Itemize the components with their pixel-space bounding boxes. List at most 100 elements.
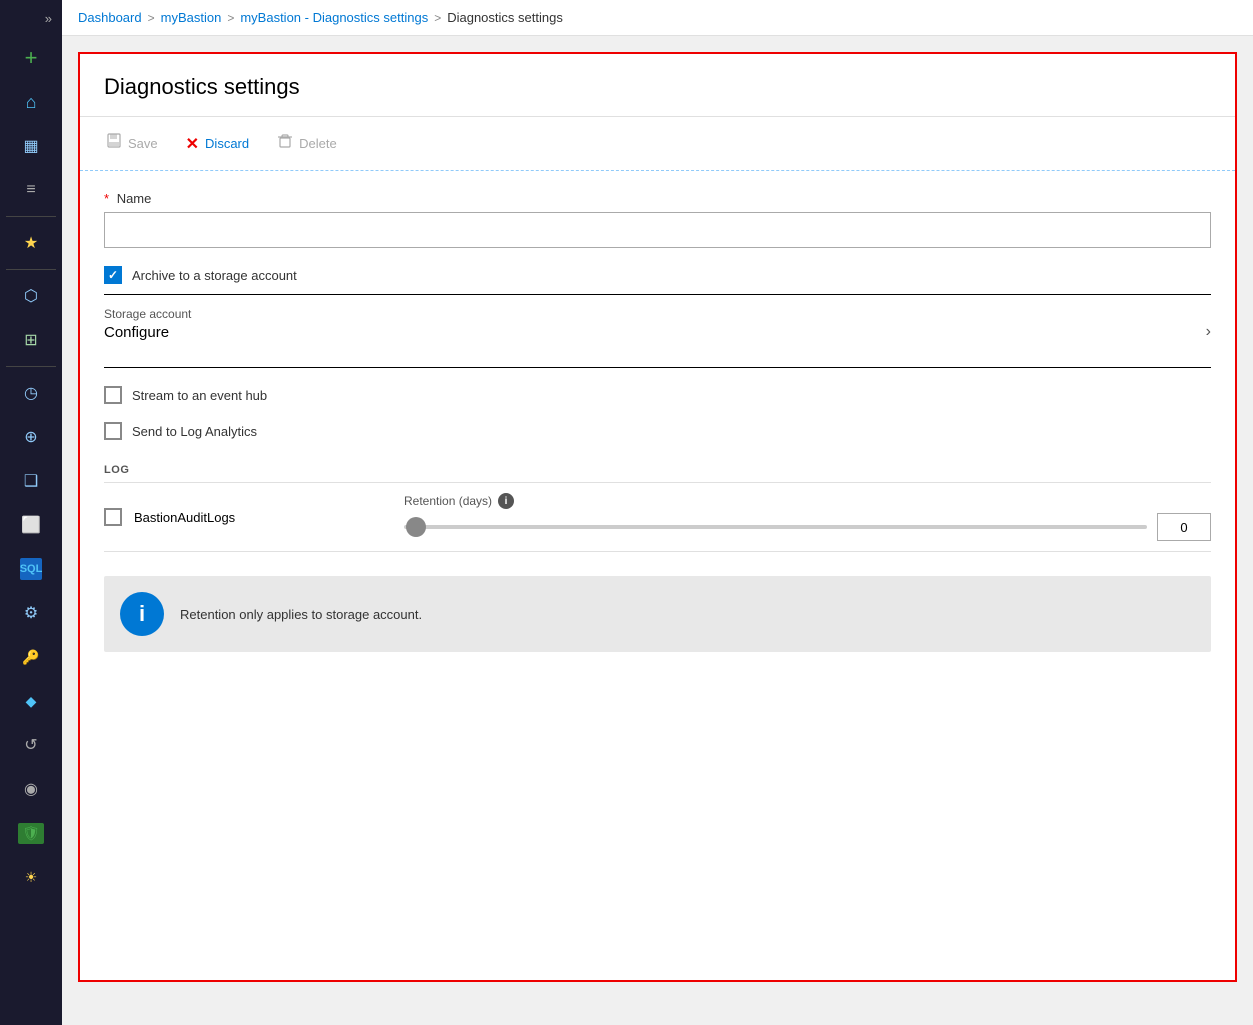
archive-checkbox[interactable] [104,266,122,284]
diamond-icon: ◆ [26,693,37,710]
sidebar-item-all-services[interactable]: ⊞ [0,318,62,362]
sidebar-item-dashboard[interactable]: ▦ [0,124,62,168]
toolbar: Save ✕ Discard Delete [80,117,1235,171]
sidebar-item-sql[interactable]: SQL [0,547,62,591]
cube-icon: ⬡ [24,286,38,306]
sidebar-divider-1 [6,216,56,217]
slider-container [404,513,1211,541]
breadcrumb-sep-3: > [434,11,441,25]
save-icon [106,133,122,154]
log-analytics-label[interactable]: Send to Log Analytics [132,424,257,439]
menu-icon: ≡ [26,181,35,199]
shield-icon: 🛡 [18,823,44,844]
diagnostics-panel: Diagnostics settings Save ✕ Discard [78,52,1237,982]
archive-label[interactable]: Archive to a storage account [132,268,297,283]
content-wrapper: Diagnostics settings Save ✕ Discard [62,36,1253,1025]
dashboard-icon: ▦ [23,136,38,156]
storage-divider [104,367,1211,368]
sidebar-item-monitor[interactable]: ⬜ [0,503,62,547]
breadcrumb-sep-1: > [148,11,155,25]
breadcrumb-dashboard[interactable]: Dashboard [78,10,142,25]
log-analytics-checkbox-row: Send to Log Analytics [104,422,1211,440]
storage-account-section: Storage account Configure › [104,307,1211,349]
delete-button[interactable]: Delete [275,129,339,158]
breadcrumb-sep-2: > [227,11,234,25]
grid-icon: ⊞ [24,330,37,350]
sidebar-item-refresh[interactable]: ↺ [0,723,62,767]
sidebar-item-favorites[interactable]: ★ [0,221,62,265]
gear-icon: ⚙ [24,603,38,623]
log-row-right: Retention (days) i [404,493,1211,541]
sidebar-item-keys[interactable]: 🔑 [0,635,62,679]
sidebar-item-home[interactable]: ⌂ [0,80,62,124]
monitor-icon: ⬜ [21,515,41,535]
discard-button[interactable]: ✕ Discard [184,130,251,158]
storage-configure-row: Configure › [104,323,1211,349]
sun-icon: ☀ [25,869,38,886]
sidebar-expand-button[interactable]: » [0,0,62,36]
retention-info-icon[interactable]: i [498,493,514,509]
sidebar-item-sun[interactable]: ☀ [0,855,62,899]
bastion-audit-logs-label: BastionAuditLogs [134,510,235,525]
stream-checkbox-row: Stream to an event hub [104,386,1211,404]
delete-icon [277,133,293,154]
home-icon: ⌂ [26,92,37,113]
storage-account-label: Storage account [104,307,1211,321]
sidebar-item-storage[interactable]: ❑ [0,459,62,503]
sidebar-item-diamond[interactable]: ◆ [0,679,62,723]
sidebar-add-button[interactable]: + [0,36,62,80]
sidebar-item-recent[interactable]: ◷ [0,371,62,415]
discard-icon: ✕ [186,134,199,154]
chevron-right-icon[interactable]: › [1206,323,1211,341]
log-row-left: BastionAuditLogs [104,508,404,526]
bastion-audit-logs-checkbox[interactable] [104,508,122,526]
sql-icon: SQL [20,558,42,580]
log-section: LOG BastionAuditLogs Retention (days) i [104,464,1211,652]
stream-label[interactable]: Stream to an event hub [132,388,267,403]
main-area: Dashboard > myBastion > myBastion - Diag… [62,0,1253,1025]
info-banner-text: Retention only applies to storage accoun… [180,607,422,622]
retention-label: Retention (days) [404,494,492,508]
retention-slider[interactable] [404,525,1147,529]
info-banner-icon: i [120,592,164,636]
sidebar-divider-2 [6,269,56,270]
form-content: * Name Archive to a storage account Stor… [80,171,1235,672]
clock-icon: ◷ [24,383,38,403]
breadcrumb-mybastion[interactable]: myBastion [161,10,222,25]
sidebar-item-menu[interactable]: ≡ [0,168,62,212]
stream-checkbox[interactable] [104,386,122,404]
sidebar-item-settings[interactable]: ⚙ [0,591,62,635]
panel-header: Diagnostics settings [80,54,1235,117]
circle-arrow-icon: ↺ [24,735,37,755]
breadcrumb: Dashboard > myBastion > myBastion - Diag… [62,0,1253,36]
page-title: Diagnostics settings [104,74,1211,100]
name-field-label: * Name [104,191,1211,206]
sidebar-divider-3 [6,366,56,367]
save-button[interactable]: Save [104,129,160,158]
log-analytics-checkbox[interactable] [104,422,122,440]
expand-icon: » [45,11,52,26]
archive-checkbox-row: Archive to a storage account [104,266,1211,284]
log-section-title: LOG [104,464,1211,476]
sidebar-item-shield[interactable]: 🛡 [0,811,62,855]
required-star: * [104,191,109,206]
retention-label-row: Retention (days) i [404,493,1211,509]
slider-thumb[interactable] [406,517,426,537]
star-icon: ★ [24,233,38,253]
sidebar: » + ⌂ ▦ ≡ ★ ⬡ ⊞ ◷ ⊕ ❑ ⬜ SQL ⚙ 🔑 ◆ [0,0,62,1025]
breadcrumb-diagnostics-settings-link[interactable]: myBastion - Diagnostics settings [240,10,428,25]
storage-configure-text[interactable]: Configure [104,324,169,341]
info-banner: i Retention only applies to storage acco… [104,576,1211,652]
name-input[interactable] [104,212,1211,248]
globe-icon: ⊕ [24,427,37,447]
speedometer-icon: ◉ [24,779,38,799]
box-icon: ❑ [24,471,38,491]
sidebar-item-speedometer[interactable]: ◉ [0,767,62,811]
sidebar-item-resources[interactable]: ⬡ [0,274,62,318]
log-row: BastionAuditLogs Retention (days) i [104,482,1211,552]
breadcrumb-current: Diagnostics settings [447,10,563,25]
retention-input[interactable] [1157,513,1211,541]
sidebar-item-network[interactable]: ⊕ [0,415,62,459]
key-icon: 🔑 [22,649,39,666]
archive-divider [104,294,1211,295]
